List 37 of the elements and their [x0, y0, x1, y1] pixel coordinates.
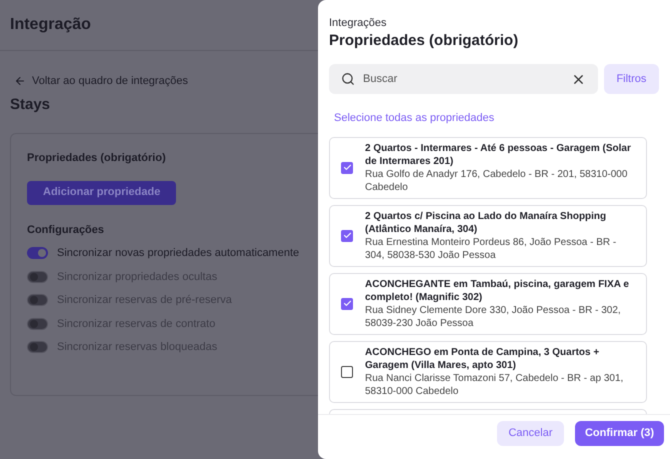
add-property-button[interactable]: Adicionar propriedade: [27, 180, 176, 204]
toggle-switch[interactable]: [27, 247, 48, 260]
toggle-label: Sincronizar novas propriedades automaticamente: [57, 246, 300, 261]
property-name: ACONCHEGANTE em Tambaú, piscina, garagem FIXA e completo! (Magnific 302): [365, 278, 630, 304]
check-icon: [342, 231, 352, 240]
filter-button[interactable]: Filtros: [604, 64, 659, 94]
property-address: Rua Nanci Clarisse Tomazoni 57, Cabedelo - BR - ap 301, 58310-000 Cabedelo: [365, 372, 624, 398]
back-link[interactable]: Voltar ao quadro de integrações: [14, 73, 308, 90]
check-icon: [342, 299, 352, 308]
back-arrow-icon: [14, 75, 26, 88]
confirm-button[interactable]: Confirmar (3): [575, 420, 664, 446]
search-icon: [341, 72, 355, 86]
property-card[interactable]: ACONCHEGO em Ponta de Campina, 3 Quartos + Garagem (Villa Mares, apto 301) Rua Nanci Clarisse Tomazoni 57, Cabedelo - BR - ap 301, 58310-000 Cabedelo: [329, 340, 647, 403]
page-title: Integração: [10, 15, 91, 35]
search-input: Buscar: [363, 71, 563, 88]
property-card[interactable]: 2 Quartos - Intermares - Até 6 pessoas - Garagem (Solar de Intermares 201) Rua Golfo de Anadyr 176, Cabedelo - BR - 201, 58310-000 Cabedelo: [329, 136, 647, 199]
checkbox[interactable]: [341, 366, 353, 378]
checkbox[interactable]: [341, 230, 353, 242]
checkbox[interactable]: [341, 298, 353, 310]
property-address: Rua Sidney Clemente Dore 330, João Pessoa - BR - 302, 58039-230 João Pessoa: [365, 304, 622, 330]
drawer-subtitle: Integrações: [329, 16, 388, 31]
property-address: Rua Ernestina Monteiro Pordeus 86, João Pessoa - BR - 304, 58038-530 João Pessoa: [365, 236, 618, 262]
property-card[interactable]: ACONCHEGANTE em Tambaú, piscina, garagem FIXA e completo! (Magnific 302) Rua Sidney Clemente Dore 330, João Pessoa - BR - 302, 58039-230 João Pessoa: [329, 272, 647, 335]
section-title: Propriedades (obrigatório): [27, 151, 167, 166]
property-name: ACONCHEGO em Ponta de Campina, 3 Quartos + Garagem (Villa Mares, apto 301): [365, 346, 600, 372]
drawer-title: Propriedades (obrigatório): [329, 32, 520, 50]
select-all-link[interactable]: Selecione todas as propriedades: [334, 110, 659, 127]
property-address: Rua Golfo de Anadyr 176, Cabedelo - BR - 201, 58310-000 Cabedelo: [365, 168, 628, 194]
cancel-button[interactable]: Cancelar: [497, 420, 564, 446]
property-name: 2 Quartos c/ Piscina ao Lado do Manaíra Shopping (Atlântico Manaíra, 304): [365, 210, 608, 236]
search-field[interactable]: Buscar: [329, 64, 598, 94]
checkbox[interactable]: [341, 162, 353, 174]
property-card[interactable]: 2 Quartos c/ Piscina ao Lado do Manaíra Shopping (Atlântico Manaíra, 304) Rua Ernestina Monteiro Pordeus 86, João Pessoa - BR - 304, 58038-530 João Pessoa: [329, 204, 647, 267]
property-name: 2 Quartos - Intermares - Até 6 pessoas - Garagem (Solar de Intermares 201): [365, 142, 632, 168]
check-icon: [342, 163, 352, 172]
integration-heading: Stays: [10, 94, 52, 114]
settings-title: Configurações: [27, 222, 106, 238]
